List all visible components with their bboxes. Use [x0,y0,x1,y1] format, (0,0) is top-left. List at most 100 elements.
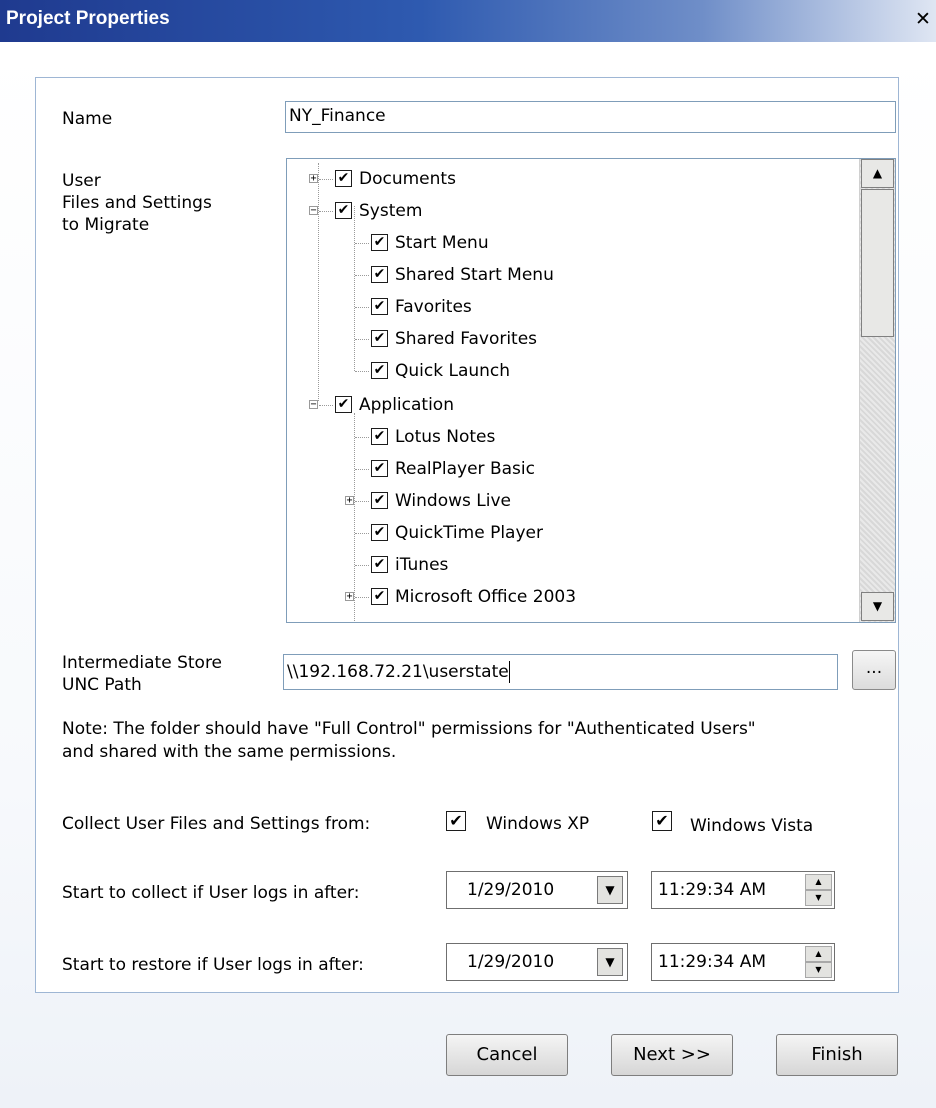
tree-item-checkbox[interactable]: ✔ [371,556,388,573]
tree-item-checkbox[interactable]: ✔ [371,588,388,605]
scroll-up-button[interactable]: ▲ [861,159,894,188]
tree-item[interactable]: ✔ QuickTime Player [287,521,847,549]
store-label-line1: Intermediate Store [62,653,223,673]
restore-date-value: 1/29/2010 [467,952,555,972]
tree-item-checkbox[interactable]: ✔ [335,396,352,413]
tree-item-label: Favorites [395,297,472,317]
tree-item[interactable]: − ✔ Application [287,393,847,421]
window-title: Project Properties [6,8,170,29]
tree-item-label: RealPlayer Basic [395,459,535,479]
store-path-input[interactable]: \\192.168.72.21\userstate [283,654,838,690]
migrate-label-line2: Files and Settings [62,193,212,213]
tree-scrollbar[interactable]: ▲ ▼ [859,159,895,622]
tree-item-checkbox[interactable]: ✔ [371,330,388,347]
scroll-thumb[interactable] [861,189,894,337]
expand-plus-icon[interactable]: + [345,496,354,506]
tree-item-label: Microsoft Office 2003 [395,587,577,607]
tree-item-label: System [359,201,423,221]
windows-xp-label: Windows XP [486,814,590,834]
collect-date-value: 1/29/2010 [467,880,555,900]
text-caret [508,661,510,683]
collect-time-value: 11:29:34 AM [658,880,767,900]
store-path-value: \\192.168.72.21\userstate [287,662,509,682]
windows-vista-label: Windows Vista [690,816,814,836]
cancel-button[interactable]: Cancel [446,1034,568,1076]
tree-line [355,243,369,244]
tree-line [319,405,333,406]
tree-item[interactable]: ✔ Favorites [287,295,847,323]
tree-item-checkbox[interactable]: ✔ [371,362,388,379]
tree-item[interactable]: + ✔ Windows Live [287,489,847,517]
tree-item-label: Documents [359,169,456,189]
tree-item-label: Quick Launch [395,361,511,381]
tree-item-label: Shared Favorites [395,329,538,349]
finish-button[interactable]: Finish [776,1034,898,1076]
tree-line [355,275,369,276]
tree-line [355,533,369,534]
tree-item-checkbox[interactable]: ✔ [371,428,388,445]
browse-button[interactable]: ... [852,650,896,690]
note-line2: and shared with the same permissions. [62,742,397,762]
tree-item[interactable]: + ✔ Documents [287,167,847,195]
tree-item-label: Lotus Notes [395,427,496,447]
tree-line [355,565,369,566]
tree-item[interactable]: ✔ Start Menu [287,231,847,259]
tree-item-checkbox[interactable]: ✔ [371,460,388,477]
name-input[interactable]: NY_Finance [285,101,896,133]
windows-vista-checkbox[interactable]: ✔ [652,811,672,831]
tree-line [355,339,369,340]
restore-date-dropdown-icon[interactable]: ▼ [597,948,623,976]
tree-item[interactable]: ✔ iTunes [287,553,847,581]
collect-time-picker[interactable]: 11:29:34 AM ▲ ▼ [651,871,835,909]
windows-xp-checkbox[interactable]: ✔ [446,811,466,831]
tree-line [319,211,333,212]
collect-time-down-icon[interactable]: ▼ [805,890,832,906]
tree-item[interactable]: ✔ RealPlayer Basic [287,457,847,485]
tree-item[interactable]: ✔ Shared Start Menu [287,263,847,291]
restore-time-value: 11:29:34 AM [658,952,767,972]
tree-item-checkbox[interactable]: ✔ [335,202,352,219]
migration-tree[interactable]: + ✔ Documents − ✔ System ✔ Start Menu ✔ Shared St… [286,158,896,623]
restore-time-up-icon[interactable]: ▲ [805,946,832,962]
tree-item-checkbox[interactable]: ✔ [371,234,388,251]
collect-date-dropdown-icon[interactable]: ▼ [597,876,623,904]
tree-item-label: Start Menu [395,233,489,253]
tree-item[interactable]: ✔ Lotus Notes [287,425,847,453]
migrate-label-line1: User [62,171,101,191]
close-button[interactable]: ✕ [914,8,932,30]
restore-date-picker[interactable]: 1/29/2010 ▼ [446,943,628,981]
tree-item-checkbox[interactable]: ✔ [371,298,388,315]
tree-item[interactable]: − ✔ System [287,199,847,227]
restore-after-label: Start to restore if User logs in after: [62,955,364,975]
name-label: Name [62,109,113,129]
tree-item-label: Shared Start Menu [395,265,554,285]
next-button[interactable]: Next >> [611,1034,733,1076]
expand-plus-icon[interactable]: + [309,174,318,184]
tree-item-checkbox[interactable]: ✔ [371,524,388,541]
tree-item-label: Application [359,395,454,415]
collect-from-label: Collect User Files and Settings from: [62,814,371,834]
tree-item[interactable]: ✔ Quick Launch [287,359,847,387]
collect-time-up-icon[interactable]: ▲ [805,874,832,890]
tree-item-label: iTunes [395,555,449,575]
tree-line [355,371,369,372]
expand-plus-icon[interactable]: + [345,592,354,602]
tree-item[interactable]: + ✔ Microsoft Office 2003 [287,585,847,613]
scroll-down-button[interactable]: ▼ [861,592,894,621]
collapse-minus-icon[interactable]: − [309,206,318,216]
store-label-line2: UNC Path [62,675,142,695]
tree-line [355,469,369,470]
restore-time-down-icon[interactable]: ▼ [805,962,832,978]
restore-time-picker[interactable]: 11:29:34 AM ▲ ▼ [651,943,835,981]
collect-date-picker[interactable]: 1/29/2010 ▼ [446,871,628,909]
collapse-minus-icon[interactable]: − [309,400,318,410]
tree-item-checkbox[interactable]: ✔ [371,266,388,283]
tree-item[interactable]: ✔ Shared Favorites [287,327,847,355]
tree-item-checkbox[interactable]: ✔ [335,170,352,187]
tree-line [355,597,369,598]
title-bar: Project Properties ✕ [0,0,936,42]
tree-item-checkbox[interactable]: ✔ [371,492,388,509]
tree-line [355,307,369,308]
collect-after-label: Start to collect if User logs in after: [62,883,360,903]
note-line1: Note: The folder should have "Full Contr… [62,719,756,739]
